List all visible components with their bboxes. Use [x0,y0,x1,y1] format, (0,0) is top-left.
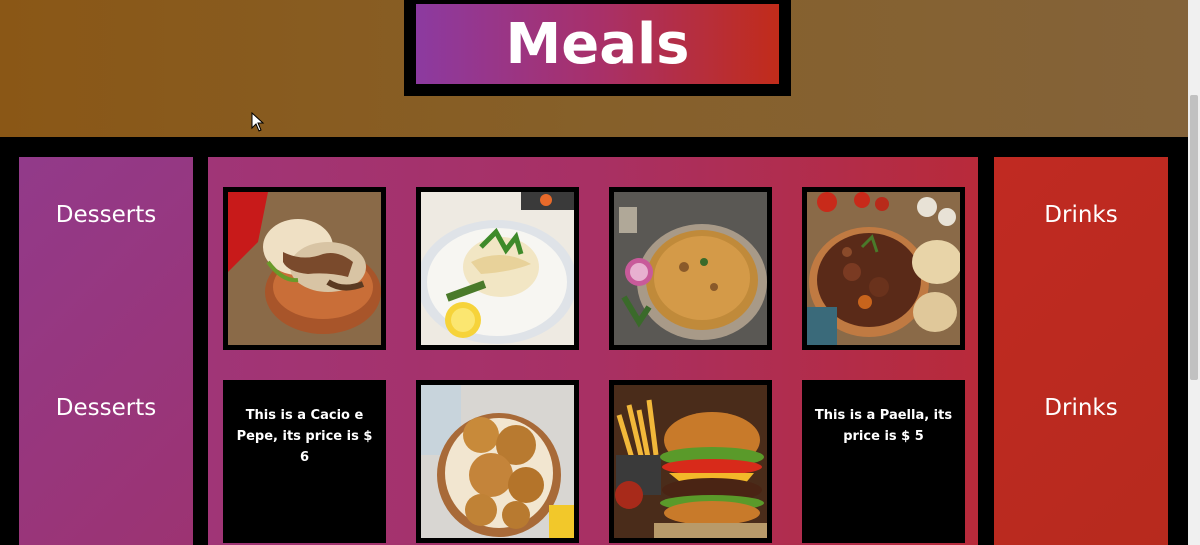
meal-tile[interactable]: This is a Paella, its price is $ 5 [802,380,965,543]
sidebar-item-desserts[interactable]: Desserts [19,202,193,228]
burger-fries-food-photo [614,385,767,538]
meal-tile[interactable] [609,187,772,350]
scrollbar-thumb[interactable] [1190,95,1198,380]
sidebar-item-drinks[interactable]: Drinks [994,202,1168,228]
sidebar-item-desserts[interactable]: Desserts [19,395,193,421]
meal-description: This is a Paella, its price is $ 5 [807,385,960,538]
meal-description: This is a Cacio e Pepe, its price is $ 6 [228,385,381,538]
title-frame: Meals [404,0,791,96]
meal-tile[interactable] [416,380,579,543]
stew-food-photo [807,192,960,345]
fish-fillet-food-photo [421,192,574,345]
fried-chicken-food-photo [421,385,574,538]
meal-tile[interactable]: This is a Cacio e Pepe, its price is $ 6 [223,380,386,543]
main-content: Desserts Desserts This is a Cacio e Pepe… [0,137,1188,545]
meal-tile[interactable] [416,187,579,350]
page-scrollbar[interactable] [1188,0,1200,545]
meal-tile[interactable] [802,187,965,350]
meals-grid: This is a Cacio e Pepe, its price is $ 6 [208,157,978,545]
sidebar-right: Drinks Drinks [994,157,1168,545]
title-banner: Meals [416,4,779,84]
meal-tile[interactable] [609,380,772,543]
arepa-food-photo [228,192,381,345]
page-title: Meals [505,11,690,77]
sidebar-item-drinks[interactable]: Drinks [994,395,1168,421]
mouse-cursor-icon [251,112,265,132]
sidebar-left: Desserts Desserts [19,157,193,545]
biryani-rice-food-photo [614,192,767,345]
meal-tile[interactable] [223,187,386,350]
page-header: Meals [0,0,1200,137]
